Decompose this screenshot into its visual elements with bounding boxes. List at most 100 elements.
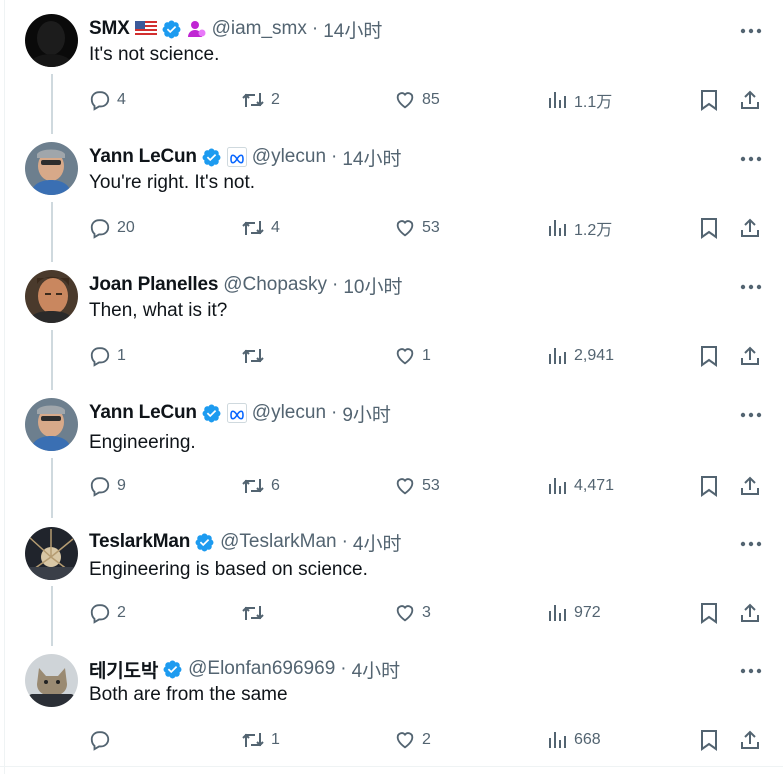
post-time[interactable]: 4小时 <box>353 529 402 556</box>
avatar[interactable] <box>25 142 78 195</box>
more-options-icon[interactable] <box>738 274 764 300</box>
us-flag-icon <box>134 21 157 37</box>
repost-count: 1 <box>271 731 280 748</box>
like-button[interactable]: 3 <box>394 599 431 627</box>
views-button[interactable]: 668 <box>548 726 601 754</box>
bookmark-button[interactable] <box>699 86 719 114</box>
display-name[interactable]: 테기도박 <box>89 656 158 683</box>
bookmark-button[interactable] <box>699 599 719 627</box>
share-button[interactable] <box>739 726 761 754</box>
repost-button[interactable] <box>241 342 271 370</box>
share-icon <box>739 345 761 367</box>
user-handle[interactable]: @Chopasky <box>223 274 327 296</box>
post-header: Yann LeCun @ylecun · 9小时 <box>89 400 391 426</box>
display-name[interactable]: Joan Planelles <box>89 274 218 296</box>
repost-button[interactable]: 1 <box>241 726 280 754</box>
reply-button[interactable]: 9 <box>89 472 126 500</box>
reply-icon <box>89 345 111 367</box>
more-options-icon[interactable] <box>738 531 764 557</box>
avatar[interactable] <box>25 398 78 451</box>
post-time[interactable]: 4小时 <box>352 656 401 683</box>
verified-icon[interactable] <box>194 532 215 553</box>
more-options-icon[interactable] <box>738 658 764 684</box>
repost-button[interactable]: 2 <box>241 86 280 114</box>
post-actions: 20 4 53 1.2万 <box>89 214 769 242</box>
like-count: 53 <box>422 219 440 236</box>
share-button[interactable] <box>739 214 761 242</box>
post[interactable]: Yann LeCun @ylecun · 14小时 You're right. … <box>0 128 783 258</box>
post-text: Engineering. <box>89 432 196 453</box>
meta-affiliate-icon[interactable] <box>226 403 247 423</box>
views-button[interactable]: 2,941 <box>548 342 614 370</box>
post[interactable]: 테기도박 @Elonfan696969 · 4小时 Both are from … <box>0 640 783 766</box>
post-text: Engineering is based on science. <box>89 559 368 580</box>
views-button[interactable]: 4,471 <box>548 472 614 500</box>
reply-button[interactable]: 4 <box>89 86 126 114</box>
verified-icon[interactable] <box>201 147 222 168</box>
verified-icon[interactable] <box>162 659 183 680</box>
post-time[interactable]: 10小时 <box>343 272 402 299</box>
share-button[interactable] <box>739 86 761 114</box>
reply-button[interactable] <box>89 726 117 754</box>
avatar[interactable] <box>25 270 78 323</box>
views-button[interactable]: 1.2万 <box>548 214 612 242</box>
like-button[interactable]: 53 <box>394 472 440 500</box>
post-header: SMX @iam_smx · 14小时 <box>89 16 382 42</box>
display-name[interactable]: Yann LeCun <box>89 402 197 424</box>
user-handle[interactable]: @Elonfan696969 <box>188 658 335 680</box>
like-button[interactable]: 1 <box>394 342 431 370</box>
share-icon <box>739 89 761 111</box>
verified-icon[interactable] <box>201 403 222 424</box>
like-count: 1 <box>422 347 431 364</box>
user-handle[interactable]: @ylecun <box>252 402 326 424</box>
reply-button[interactable]: 1 <box>89 342 126 370</box>
views-count: 668 <box>574 731 601 748</box>
display-name[interactable]: TeslarkMan <box>89 531 190 553</box>
separator-dot: · <box>331 146 338 167</box>
user-handle[interactable]: @TeslarkMan <box>220 531 336 553</box>
post-time[interactable]: 9小时 <box>342 400 391 427</box>
share-button[interactable] <box>739 472 761 500</box>
like-button[interactable]: 2 <box>394 726 431 754</box>
repost-button[interactable]: 6 <box>241 472 280 500</box>
post[interactable]: Joan Planelles @Chopasky · 10小时 Then, wh… <box>0 256 783 386</box>
share-button[interactable] <box>739 342 761 370</box>
avatar[interactable] <box>25 527 78 580</box>
post[interactable]: SMX @iam_smx · 14小时 It's not science. 4 … <box>0 0 783 130</box>
avatar[interactable] <box>25 654 78 707</box>
bookmark-button[interactable] <box>699 214 719 242</box>
bookmark-button[interactable] <box>699 472 719 500</box>
verified-icon[interactable] <box>161 19 182 40</box>
more-options-icon[interactable] <box>738 146 764 172</box>
reply-icon <box>89 475 111 497</box>
repost-count: 4 <box>271 219 280 236</box>
reply-count: 2 <box>117 604 126 621</box>
share-button[interactable] <box>739 599 761 627</box>
repost-icon <box>241 345 265 367</box>
post[interactable]: TeslarkMan @TeslarkMan · 4小时 Engineering… <box>0 513 783 643</box>
affiliate-person-icon[interactable] <box>187 19 207 39</box>
like-button[interactable]: 53 <box>394 214 440 242</box>
post-actions: 1 2 668 <box>89 726 769 754</box>
post-time[interactable]: 14小时 <box>323 16 382 43</box>
more-options-icon[interactable] <box>738 18 764 44</box>
post[interactable]: Yann LeCun @ylecun · 9小时 Engineering. 9 … <box>0 384 783 514</box>
display-name[interactable]: Yann LeCun <box>89 146 197 168</box>
repost-count: 6 <box>271 477 280 494</box>
meta-affiliate-icon[interactable] <box>226 147 247 167</box>
views-button[interactable]: 972 <box>548 599 601 627</box>
views-button[interactable]: 1.1万 <box>548 86 612 114</box>
reply-button[interactable]: 20 <box>89 214 135 242</box>
display-name[interactable]: SMX <box>89 18 130 40</box>
bookmark-button[interactable] <box>699 342 719 370</box>
post-time[interactable]: 14小时 <box>342 144 401 171</box>
like-button[interactable]: 85 <box>394 86 440 114</box>
reply-button[interactable]: 2 <box>89 599 126 627</box>
repost-button[interactable]: 4 <box>241 214 280 242</box>
user-handle[interactable]: @ylecun <box>252 146 326 168</box>
bookmark-button[interactable] <box>699 726 719 754</box>
more-options-icon[interactable] <box>738 402 764 428</box>
user-handle[interactable]: @iam_smx <box>212 18 307 40</box>
avatar[interactable] <box>25 14 78 67</box>
repost-button[interactable] <box>241 599 271 627</box>
